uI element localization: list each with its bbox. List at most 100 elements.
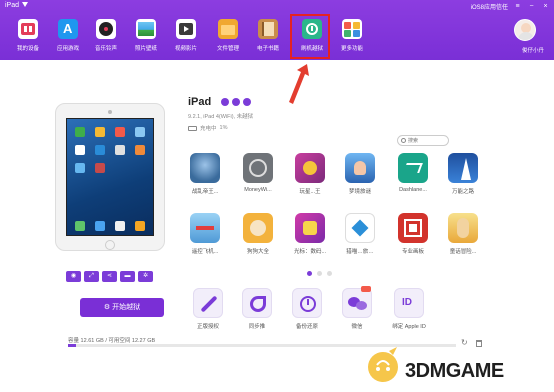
tool-bind-apple-id[interactable]: ID 绑定 Apple ID [389,288,429,330]
app-item[interactable]: Dashlane... [395,153,431,193]
tab-more[interactable]: 更多功能 [332,17,372,57]
app-icon [295,153,325,183]
search-box[interactable] [397,135,449,146]
app-item[interactable]: MoneyWi... [240,153,276,193]
app-icon [190,153,220,183]
device-image [55,103,165,251]
book-icon [258,19,278,39]
app-item[interactable]: 猎喵…旅… [342,213,378,255]
apple-id-icon: ID [394,288,424,318]
device-icon [18,19,38,39]
highlight-frame [290,14,330,59]
app-item[interactable]: 光标：数码... [292,213,328,255]
app-icon [398,213,428,243]
app-item[interactable]: 战乱帝王... [187,153,223,195]
tool-label: 同步推 [248,324,266,330]
tab-my-device[interactable]: 我的设备 [8,17,48,57]
avatar[interactable] [514,19,536,41]
wrench-icon [193,288,223,318]
backup-restore-icon [292,288,322,318]
app-icon [398,153,428,183]
app-item[interactable]: 童话冒险... [445,213,481,255]
tab-apps-games[interactable]: A 应用游戏 [48,17,88,57]
app-label: 猎喵…旅… [346,249,374,255]
app-item[interactable]: 玩星...王 [292,153,328,195]
photo-icon [136,19,156,39]
more-icon [342,19,362,39]
battery-status: 充电中 1% [188,124,227,132]
storage-info: 容量 12.61 GB / 可用空间 12.27 GB [68,336,155,344]
storage-fill [68,344,76,347]
window-title-text: iPad [5,2,20,9]
tab-label: 音乐铃声 [94,46,117,52]
tool-tongbutui[interactable]: 同步推 [237,288,277,330]
app-icon [345,153,375,183]
app-icon [243,213,273,243]
screen-record-button[interactable]: ▬ [120,271,135,282]
app-label: 遥控飞机... [191,249,219,255]
watermark-logo [368,347,398,382]
app-icon [190,213,220,243]
app-label: 童话冒险... [449,249,477,255]
window-title: iPad [5,2,29,9]
dropdown-arrow-icon[interactable] [22,2,29,8]
trash-icon[interactable] [476,340,482,347]
tool-backup-restore[interactable]: 备份还原 [287,288,327,330]
tool-genuine-auth[interactable]: 正版授权 [188,288,228,330]
tab-music-ringtones[interactable]: 音乐铃声 [86,17,126,57]
pager-dot[interactable] [327,271,332,276]
menu-icon[interactable]: ≡ [513,3,522,11]
device-details: 9.2.1, iPad 4(WiFi), 未越狱 [188,114,254,120]
music-icon [96,19,116,39]
close-icon[interactable]: × [541,3,550,11]
app-label: 狗狗大全 [246,249,269,255]
edit-icon[interactable] [221,98,229,106]
search-icon [401,138,406,143]
tab-videos[interactable]: 视频影片 [166,17,206,57]
sync-icon [242,288,272,318]
tab-file-manager[interactable]: 文件管理 [208,17,248,57]
trust-status-text[interactable]: iOS8应用信任 [471,2,508,11]
minimize-icon[interactable]: − [527,3,536,11]
app-label: MoneyWi... [244,187,272,193]
tab-label: 文件管理 [216,46,239,52]
folder-icon [218,19,238,39]
battery-percent: 1% [219,125,228,131]
tool-label: 正版授权 [196,324,219,330]
app-label: 万能之路 [451,189,474,195]
tool-wechat[interactable]: 微信 [337,286,377,330]
app-icon [448,213,478,243]
app-store-icon: A [58,19,78,39]
app-label: 梦境旅谜 [348,189,371,195]
tab-ebooks[interactable]: 电子书籍 [248,17,288,57]
search-input[interactable] [408,137,446,145]
app-item[interactable]: 遥控飞机... [187,213,223,255]
top-bar: iPad iOS8应用信任 ≡ − × 我的设备 A 应用游戏 音乐铃声 照片壁… [0,0,554,60]
tab-photos-wallpapers[interactable]: 照片壁纸 [126,17,166,57]
device-badges [221,98,251,106]
start-jailbreak-button[interactable]: ⚙ 开始越狱 [80,298,164,317]
share-button[interactable]: ⋖ [102,271,117,282]
fullscreen-button[interactable]: ⤢ [84,271,99,282]
camera-button[interactable]: ◉ [66,271,81,282]
app-item[interactable]: 专业画板 [395,213,431,255]
tab-label: 更多功能 [340,46,363,52]
app-icon [345,213,375,243]
app-item[interactable]: 万能之路 [445,153,481,195]
app-label: 玩星...王 [299,189,321,195]
app-item[interactable]: 狗狗大全 [240,213,276,255]
battery-label: 充电中 [200,126,217,132]
link-icon[interactable] [243,98,251,106]
tab-label: 应用游戏 [56,46,79,52]
video-icon [176,19,196,39]
watermark-text: 3DMGAME [405,360,504,382]
app-item[interactable]: 梦境旅谜 [342,153,378,195]
pager-dot[interactable] [307,271,312,276]
settings-button[interactable]: ✲ [138,271,153,282]
user-name[interactable]: 俊仔小丹 [522,46,544,54]
refresh-icon[interactable]: ↻ [461,339,469,347]
window-controls: iOS8应用信任 ≡ − × [471,2,550,12]
info-icon[interactable] [232,98,240,106]
pager-dot[interactable] [317,271,322,276]
app-label: 专业画板 [401,249,424,255]
